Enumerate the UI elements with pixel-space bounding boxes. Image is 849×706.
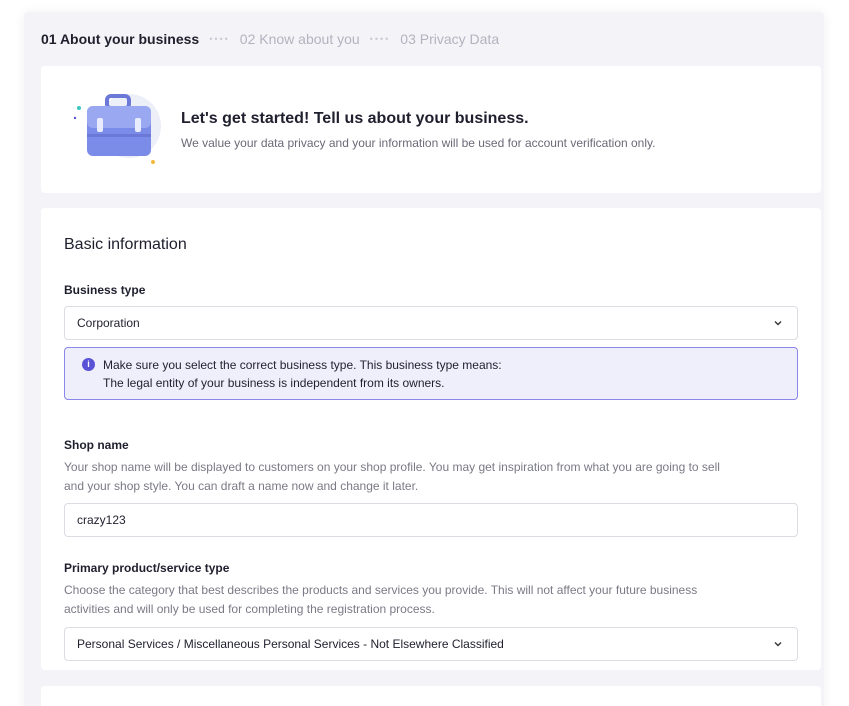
registration-panel: 01 About your business •••• 02 Know abou… bbox=[24, 12, 824, 706]
business-type-notice: i Make sure you select the correct busin… bbox=[64, 347, 798, 400]
shop-name-value: crazy123 bbox=[77, 513, 126, 527]
basic-information-card: Basic information Business type Corporat… bbox=[41, 208, 821, 670]
intro-subtitle: We value your data privacy and your info… bbox=[181, 136, 656, 150]
info-icon: i bbox=[82, 358, 95, 371]
business-type-select[interactable]: Corporation bbox=[64, 306, 798, 340]
primary-type-value: Personal Services / Miscellaneous Person… bbox=[77, 637, 504, 651]
chevron-down-icon bbox=[774, 642, 782, 647]
primary-type-help: Choose the category that best describes … bbox=[64, 583, 698, 597]
shop-name-help: and your shop style. You can draft a nam… bbox=[64, 479, 419, 493]
business-type-label: Business type bbox=[64, 283, 146, 297]
primary-type-label: Primary product/service type bbox=[64, 561, 230, 575]
step-privacy-data[interactable]: 03 Privacy Data bbox=[400, 31, 499, 47]
step-know-about-you[interactable]: 02 Know about you bbox=[240, 31, 360, 47]
shop-name-help: Your shop name will be displayed to cust… bbox=[64, 460, 720, 474]
briefcase-icon bbox=[73, 94, 161, 164]
next-section-card bbox=[41, 686, 821, 706]
shop-name-input[interactable]: crazy123 bbox=[64, 503, 798, 537]
step-divider: •••• bbox=[209, 34, 230, 44]
intro-title: Let's get started! Tell us about your bu… bbox=[181, 110, 529, 127]
section-title: Basic information bbox=[64, 236, 187, 253]
primary-type-select[interactable]: Personal Services / Miscellaneous Person… bbox=[64, 627, 798, 661]
chevron-down-icon bbox=[774, 321, 782, 326]
stepper: 01 About your business •••• 02 Know abou… bbox=[41, 30, 499, 48]
step-divider: •••• bbox=[369, 34, 391, 44]
shop-name-label: Shop name bbox=[64, 438, 129, 452]
business-type-value: Corporation bbox=[77, 316, 140, 330]
notice-text: Make sure you select the correct busines… bbox=[103, 358, 502, 372]
primary-type-help: activities and will only be used for com… bbox=[64, 602, 435, 616]
notice-text: The legal entity of your business is ind… bbox=[103, 376, 445, 390]
intro-card: Let's get started! Tell us about your bu… bbox=[41, 66, 821, 193]
step-about-business[interactable]: 01 About your business bbox=[41, 31, 199, 47]
